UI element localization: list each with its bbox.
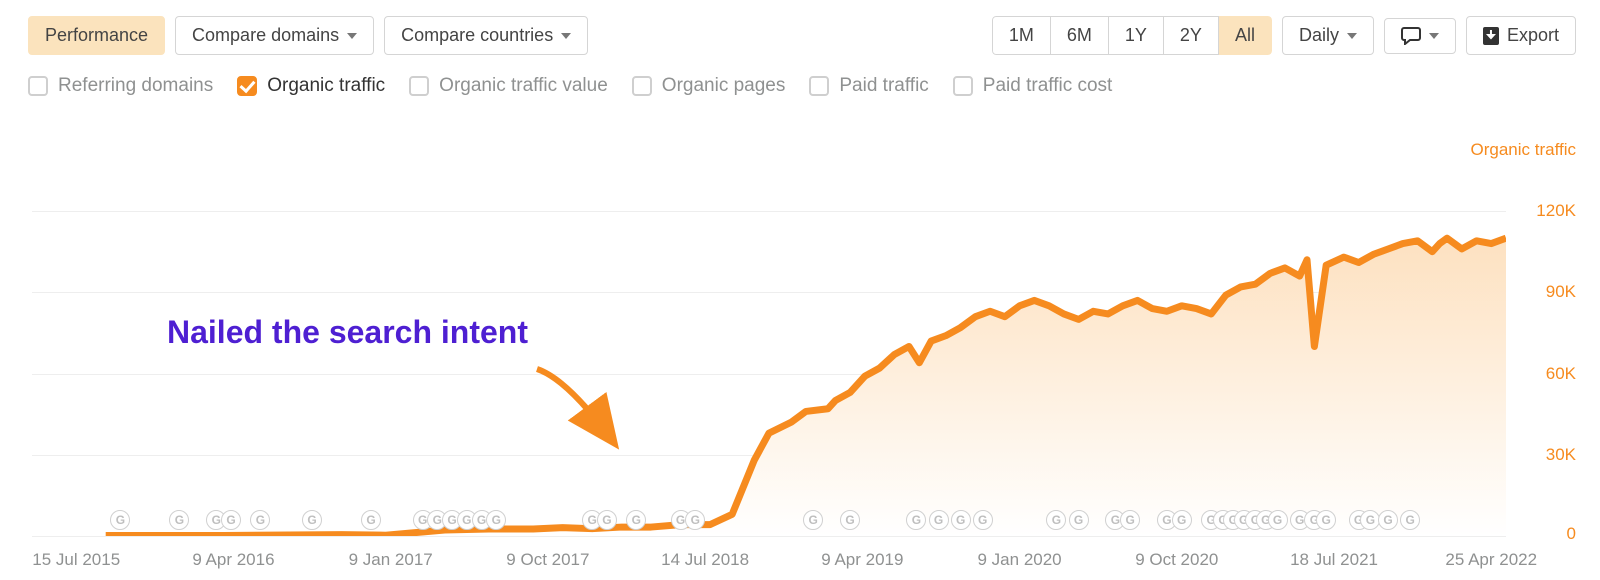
y-tick-0: 0 [1510,524,1576,544]
compare-domains-button[interactable]: Compare domains [175,16,374,55]
google-update-icon: G [1400,510,1420,530]
chart-title: Organic traffic [1470,140,1576,160]
google-update-icon: G [1046,510,1066,530]
google-update-icon: G [302,510,322,530]
google-update-icon: G [1172,510,1192,530]
google-update-icon: G [250,510,270,530]
x-tick: 9 Jan 2017 [349,550,433,570]
checkbox-icon [409,76,429,96]
google-update-icon: G [597,510,617,530]
google-update-icon: G [973,510,993,530]
compare-domains-label: Compare domains [192,25,339,46]
google-update-icon: G [929,510,949,530]
download-icon [1483,27,1499,45]
granularity-label: Daily [1299,25,1339,46]
checkbox-icon [28,76,48,96]
google-update-icon: G [1316,510,1336,530]
google-update-icon: G [840,510,860,530]
y-tick-120000: 120K [1536,201,1576,221]
google-update-icon: G [169,510,189,530]
checkbox-icon [809,76,829,96]
google-update-icon: G [110,510,130,530]
metric-label: Organic pages [662,75,786,97]
google-update-icon: G [1120,510,1140,530]
metric-checkbox-row: Referring domains Organic traffic Organic … [28,75,1576,97]
compare-countries-label: Compare countries [401,25,553,46]
x-tick: 18 Jul 2021 [1290,550,1378,570]
range-1Y[interactable]: 1Y [1109,16,1164,55]
metric-label: Paid traffic cost [983,75,1113,97]
chevron-down-icon [1429,33,1439,39]
metric-label: Organic traffic value [439,75,608,97]
annotation-arrow-icon [532,364,632,454]
chevron-down-icon [561,33,571,39]
metric-label: Referring domains [58,75,213,97]
range-6M[interactable]: 6M [1051,16,1109,55]
y-tick-90000: 90K [1546,282,1576,302]
x-tick: 15 Jul 2015 [32,550,120,570]
x-tick: 9 Apr 2016 [192,550,274,570]
y-tick-60000: 60K [1546,364,1576,384]
compare-countries-button[interactable]: Compare countries [384,16,588,55]
checkbox-icon [632,76,652,96]
metric-organic-traffic-value[interactable]: Organic traffic value [409,75,608,97]
google-update-icon: G [803,510,823,530]
notes-button[interactable] [1384,18,1456,54]
tab-performance-label: Performance [45,25,148,46]
x-tick: 9 Oct 2017 [506,550,589,570]
time-range-segment: 1M6M1Y2YAll [992,16,1272,55]
y-tick-30000: 30K [1546,445,1576,465]
x-tick: 25 Apr 2022 [1445,550,1537,570]
x-tick: 9 Jan 2020 [978,550,1062,570]
chevron-down-icon [347,33,357,39]
chart-annotation: Nailed the search intent [167,314,528,351]
range-2Y[interactable]: 2Y [1164,16,1219,55]
chart-plot[interactable]: GGGGGGGGGGGGGGGGGGGGGGGGGGGGGGGGGGGGGGGG… [32,184,1506,536]
google-update-icon: G [1069,510,1089,530]
speech-bubble-icon [1401,27,1421,45]
google-update-icon: G [685,510,705,530]
checkbox-icon [953,76,973,96]
metric-organic-pages[interactable]: Organic pages [632,75,786,97]
export-button[interactable]: Export [1466,16,1576,55]
google-update-icon: G [1378,510,1398,530]
google-update-icon: G [486,510,506,530]
metric-organic-traffic[interactable]: Organic traffic [237,75,385,97]
metric-paid-traffic-cost[interactable]: Paid traffic cost [953,75,1113,97]
x-tick: 9 Oct 2020 [1135,550,1218,570]
google-update-icon: G [1268,510,1288,530]
metric-referring-domains[interactable]: Referring domains [28,75,213,97]
google-update-icon: G [906,510,926,530]
google-update-icon: G [361,510,381,530]
x-tick: 9 Apr 2019 [821,550,903,570]
range-1M[interactable]: 1M [992,16,1051,55]
metric-paid-traffic[interactable]: Paid traffic [809,75,928,97]
chart-x-axis: 15 Jul 2015 9 Apr 2016 9 Jan 2017 9 Oct 201… [32,536,1506,572]
checkbox-icon [237,76,257,96]
metric-label: Paid traffic [839,75,928,97]
tab-performance[interactable]: Performance [28,16,165,55]
google-update-icon: G [221,510,241,530]
x-tick: 14 Jul 2018 [661,550,749,570]
range-All[interactable]: All [1219,16,1272,55]
export-label: Export [1507,25,1559,46]
chevron-down-icon [1347,33,1357,39]
metric-label: Organic traffic [267,75,385,97]
google-update-icon: G [626,510,646,530]
google-update-icon: G [951,510,971,530]
granularity-button[interactable]: Daily [1282,16,1374,55]
